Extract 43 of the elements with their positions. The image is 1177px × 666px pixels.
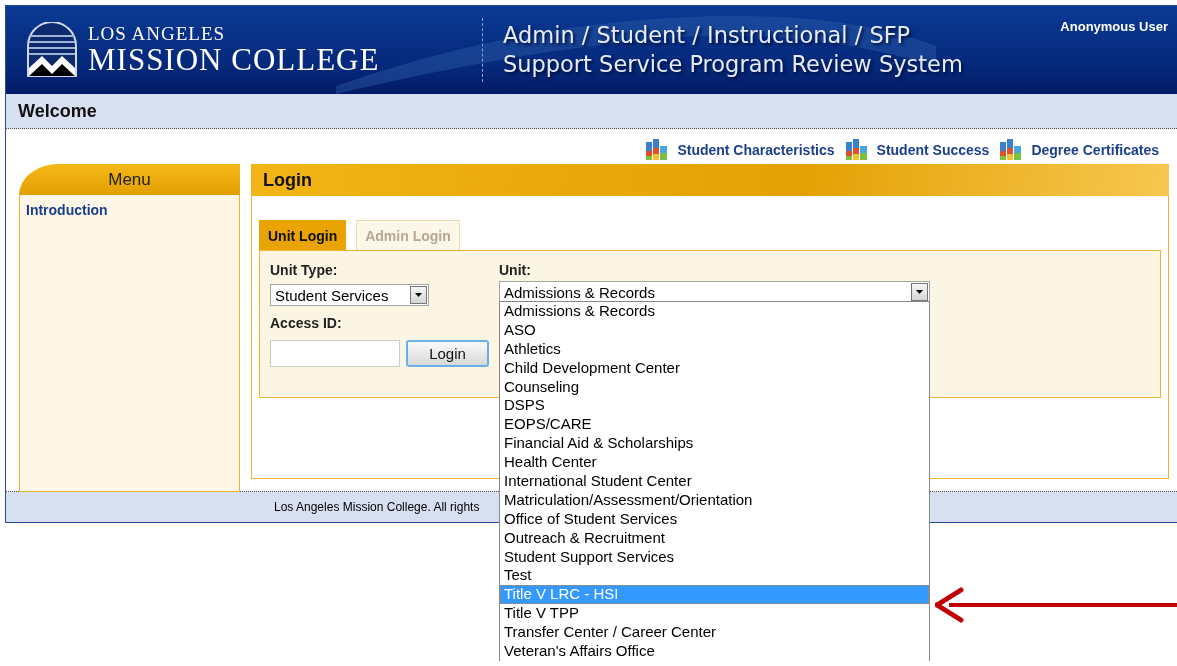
system-title: Admin / Student / Instructional / SFP [503, 21, 912, 50]
field-label: Access ID: [270, 315, 343, 333]
unit-select[interactable]: Admissions & Records [499, 281, 930, 303]
report-link[interactable]: Student Characteristics [677, 142, 835, 158]
dropdown-option[interactable]: Financial Aid & Scholarships [500, 434, 929, 454]
field-label: Unit Type: [270, 262, 339, 280]
menu-header: Menu [19, 164, 240, 195]
page-title: Welcome [6, 94, 1177, 129]
menu-link[interactable]: Introduction [26, 202, 108, 218]
dropdown-option[interactable]: Health Center [500, 453, 929, 472]
dropdown-option[interactable]: Outreach & Recruitment [500, 528, 929, 548]
report-link[interactable]: Student Success [876, 142, 990, 158]
dropdown-option[interactable]: Child Development Center [500, 358, 929, 378]
dropdown-option[interactable]: EOPS/CARE [500, 415, 929, 435]
user-name: Anonymous User [1060, 19, 1168, 34]
field-label: Unit: [499, 262, 532, 280]
dropdown-option[interactable]: Transfer Center / Career Center [500, 623, 929, 643]
system-title: Support Service Program Review System [503, 50, 963, 79]
dropdown-option[interactable]: Student Support Services [500, 547, 929, 567]
bar-chart-icon [645, 139, 670, 161]
dropdown-option[interactable]: Counseling [500, 377, 929, 397]
login-button[interactable]: Login [406, 340, 489, 367]
logo-text: LOS ANGELES [88, 24, 227, 44]
dropdown-option[interactable]: Matriculation/Assessment/Orientation [500, 490, 929, 510]
dropdown-option[interactable]: Veteran's Affairs Office [500, 642, 929, 661]
access-id-field[interactable] [270, 340, 400, 367]
footer-text: Los Angeles Mission College. All rights [274, 500, 480, 514]
tab[interactable]: Unit Login [259, 220, 347, 250]
report-link[interactable]: Degree Certificates [1031, 142, 1159, 158]
dropdown-option[interactable]: International Student Center [500, 472, 929, 491]
logo-icon [26, 22, 78, 78]
dropdown-option[interactable]: Admissions & Records [500, 302, 929, 321]
dropdown-option[interactable]: DSPS [500, 396, 929, 416]
logo-text: MISSION COLLEGE [88, 44, 380, 76]
unit-type-select[interactable]: Student Services [270, 284, 429, 306]
dropdown-option[interactable]: Office of Student Services [500, 509, 929, 529]
bar-chart-icon [999, 139, 1024, 161]
dropdown-option[interactable]: Title V TPP [500, 604, 929, 624]
panel-header: Login [251, 164, 1169, 196]
dropdown-option[interactable]: Athletics [500, 339, 929, 359]
dropdown-option[interactable]: ASO [500, 320, 929, 340]
bar-chart-icon [844, 139, 869, 161]
dropdown-option[interactable]: Test [500, 566, 929, 586]
